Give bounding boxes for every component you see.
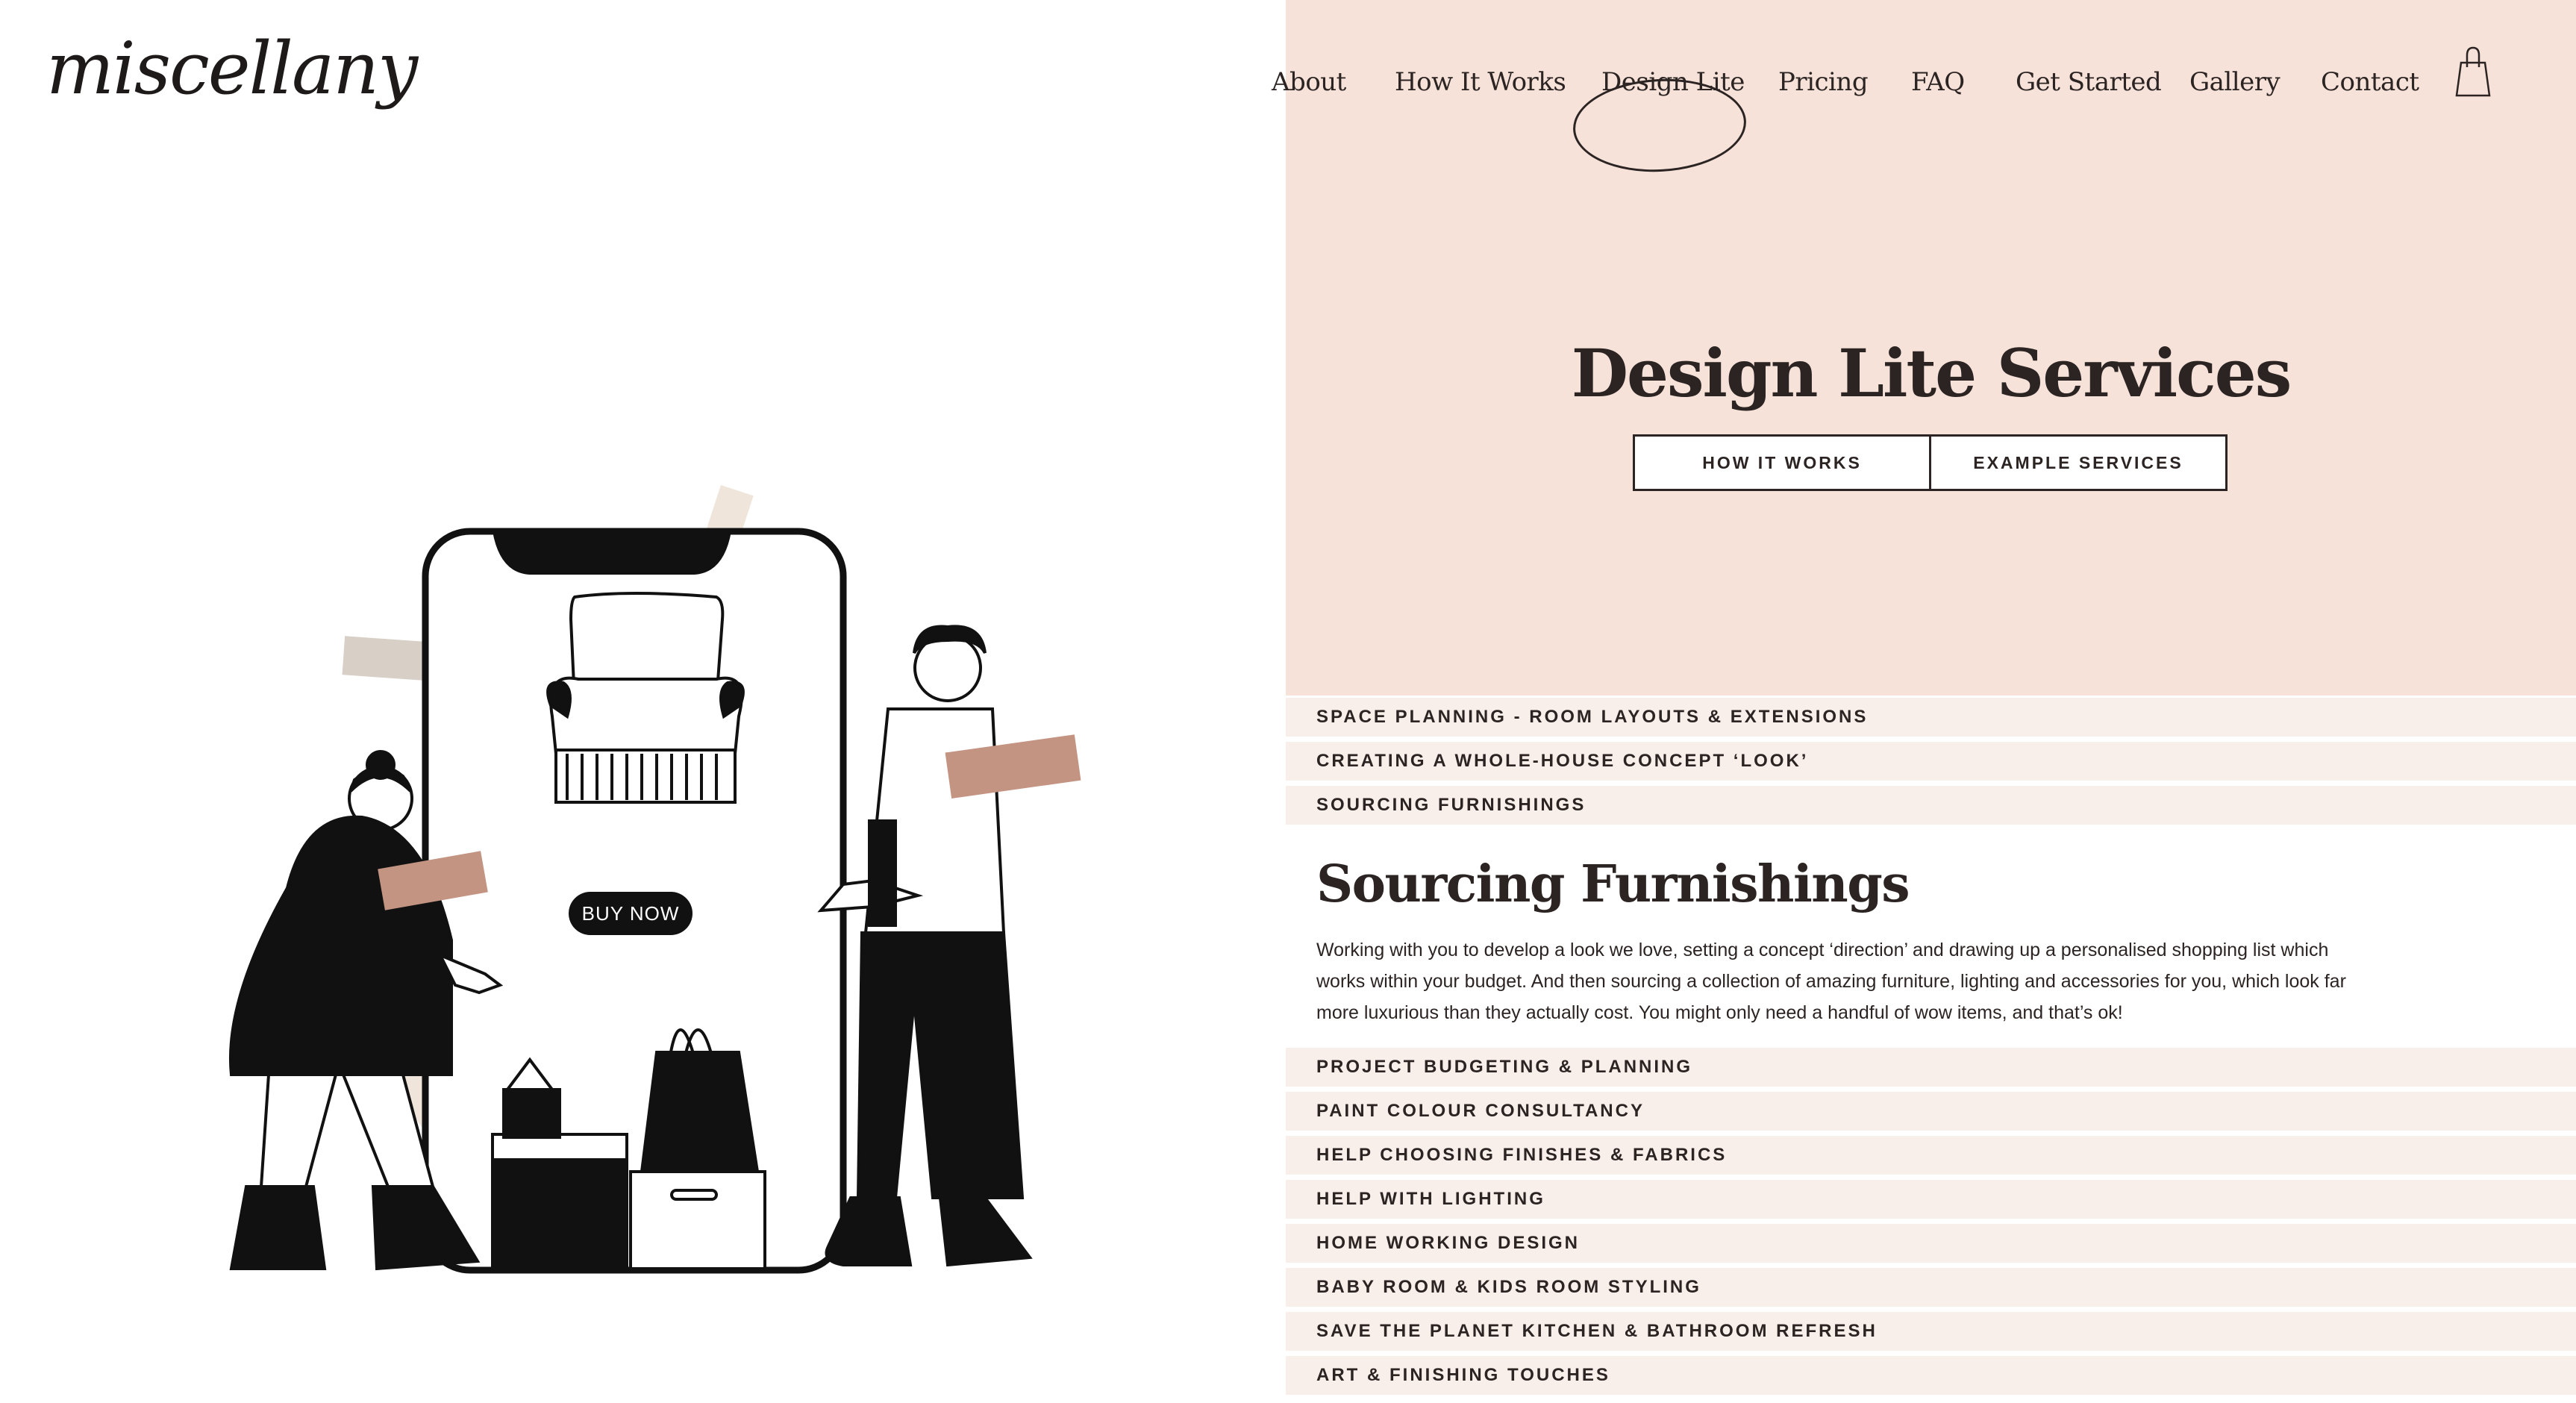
section-body: Working with you to develop a look we lo…	[1316, 940, 2346, 1023]
page-title: Design Lite Services	[1571, 334, 2292, 412]
section-title: Sourcing Furnishings	[1316, 854, 1910, 914]
nav-item-faq[interactable]: FAQ	[1911, 67, 1965, 97]
how-it-works-button[interactable]: HOW IT WORKS	[1633, 434, 1931, 491]
nav-item-get-started[interactable]: Get Started	[2016, 67, 2162, 97]
service-item-whole-house-concept[interactable]: CREATING A WHOLE-HOUSE CONCEPT ‘LOOK’	[1286, 742, 2576, 781]
nav-item-how-it-works[interactable]: How It Works	[1395, 67, 1566, 97]
shopping-bag-icon[interactable]	[2455, 45, 2491, 97]
nav-item-contact[interactable]: Contact	[2321, 67, 2419, 97]
phone-notch	[493, 531, 731, 575]
buy-now-button[interactable]: BUY NOW	[569, 892, 693, 935]
svg-text:BUY NOW: BUY NOW	[582, 902, 680, 925]
nav-item-gallery[interactable]: Gallery	[2189, 67, 2280, 97]
service-item-sourcing-furnishings[interactable]: SOURCING FURNISHINGS	[1286, 786, 2576, 825]
armchair-icon	[546, 592, 745, 804]
right-panel: About How It Works Design Lite Pricing F…	[1272, 0, 2576, 1403]
service-item-space-planning[interactable]: SPACE PLANNING - ROOM LAYOUTS & EXTENSIO…	[1286, 698, 2576, 737]
hero-illustration: BUY NOW	[228, 484, 1081, 1274]
example-services-button[interactable]: EXAMPLE SERVICES	[1929, 434, 2228, 491]
service-item-home-working[interactable]: HOME WORKING DESIGN	[1286, 1224, 2576, 1263]
site-logo[interactable]: miscellany	[46, 33, 418, 104]
page: miscellany BUY NOW About How It Works De…	[0, 0, 2576, 1403]
man-figure	[817, 625, 1081, 1267]
service-item-paint-colour[interactable]: PAINT COLOUR CONSULTANCY	[1286, 1092, 2576, 1131]
service-item-finishes-fabrics[interactable]: HELP CHOOSING FINISHES & FABRICS	[1286, 1136, 2576, 1175]
service-item-kitchen-bathroom[interactable]: SAVE THE PLANET KITCHEN & BATHROOM REFRE…	[1286, 1312, 2576, 1351]
service-item-project-budgeting[interactable]: PROJECT BUDGETING & PLANNING	[1286, 1048, 2576, 1087]
service-item-baby-kids-room[interactable]: BABY ROOM & KIDS ROOM STYLING	[1286, 1268, 2576, 1307]
service-item-lighting[interactable]: HELP WITH LIGHTING	[1286, 1180, 2576, 1219]
nav-item-about[interactable]: About	[1272, 67, 1346, 97]
hero-button-group: HOW IT WORKS EXAMPLE SERVICES	[1633, 434, 2228, 491]
service-item-art-finishing[interactable]: ART & FINISHING TOUCHES	[1286, 1356, 2576, 1395]
nav-item-design-lite[interactable]: Design Lite	[1601, 67, 1745, 97]
left-panel: miscellany BUY NOW	[0, 0, 1286, 1403]
nav-item-pricing[interactable]: Pricing	[1778, 67, 1869, 97]
